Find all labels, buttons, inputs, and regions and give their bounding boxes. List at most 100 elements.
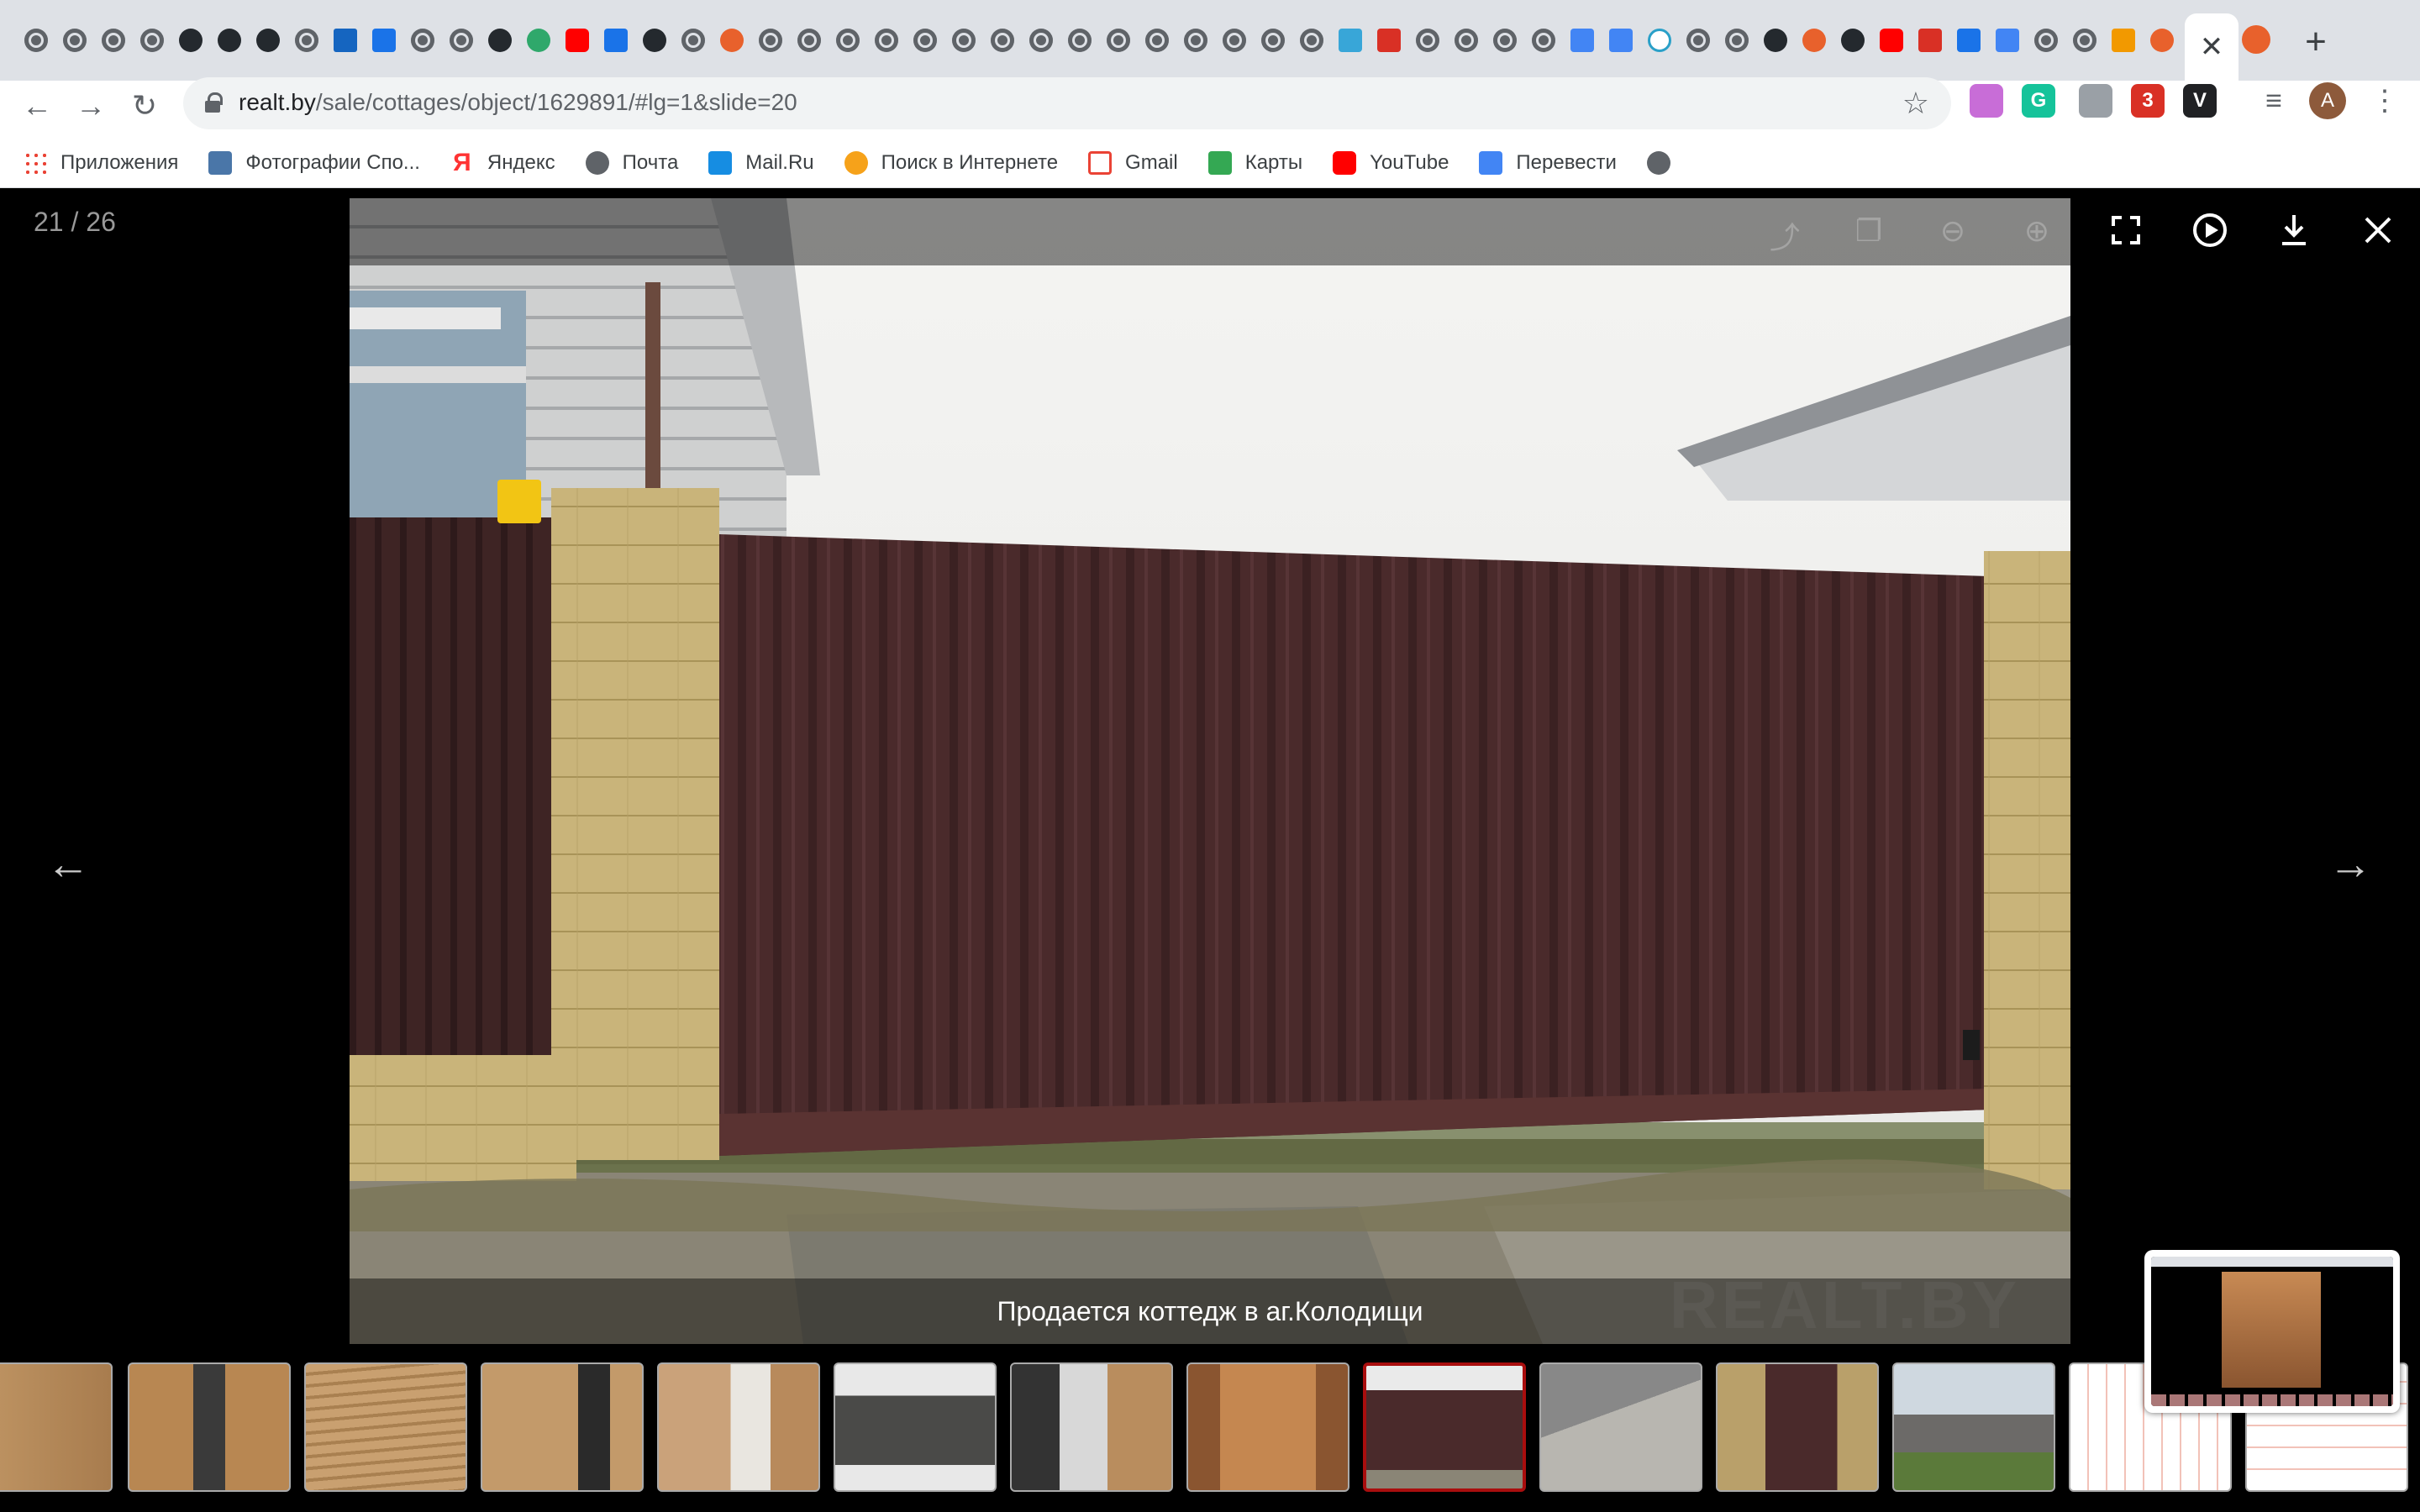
tab-cap-9[interactable] — [365, 24, 403, 57]
tab-github-45[interactable] — [1756, 24, 1795, 57]
tab-github-5[interactable] — [210, 24, 249, 57]
tab-globe-32[interactable] — [1254, 24, 1292, 57]
thumbnail-bathroom[interactable] — [1186, 1362, 1349, 1492]
bookmark-search-5[interactable]: Поиск в Интернете — [844, 150, 1058, 175]
download-button[interactable] — [2269, 205, 2319, 255]
tab-github-4[interactable] — [171, 24, 210, 57]
thumbnail-gate[interactable] — [1363, 1362, 1526, 1492]
tab-realt-46[interactable] — [1795, 24, 1833, 57]
tab-docs-40[interactable] — [1563, 24, 1602, 57]
tab-globe-26[interactable] — [1022, 24, 1060, 57]
tab-youtube-14[interactable] — [558, 24, 597, 57]
tab-globe-22[interactable] — [867, 24, 906, 57]
bookmark-apps-0[interactable]: Приложения — [24, 150, 178, 175]
bookmark-star-icon[interactable]: ☆ — [1902, 86, 1929, 121]
tab-github-12[interactable] — [481, 24, 519, 57]
tab-globe-0[interactable] — [17, 24, 55, 57]
bookmark-translate-9[interactable]: Перевести — [1479, 150, 1617, 175]
bookmark-vk-1[interactable]: Фотографии Спо... — [208, 150, 420, 175]
tab-orange-54[interactable] — [2104, 24, 2143, 57]
tab-globe-44[interactable] — [1718, 24, 1756, 57]
bookmark-globe-3[interactable]: Почта — [585, 150, 678, 175]
slideshow-play-button[interactable] — [2185, 205, 2235, 255]
grammarly-icon[interactable]: G — [2022, 84, 2055, 118]
tab-globe-43[interactable] — [1679, 24, 1718, 57]
profile-avatar[interactable]: A — [2309, 82, 2346, 119]
tab-globe-29[interactable] — [1138, 24, 1176, 57]
bookmark-yt-8[interactable]: YouTube — [1333, 150, 1449, 175]
tab-realt-18[interactable] — [713, 24, 751, 57]
tab-globe-27[interactable] — [1060, 24, 1099, 57]
tab-globe-37[interactable] — [1447, 24, 1486, 57]
tab-globe-2[interactable] — [94, 24, 133, 57]
tab-globe-53[interactable] — [2065, 24, 2104, 57]
thumbnail-boiler-room[interactable] — [657, 1362, 820, 1492]
tab-cap-15[interactable] — [597, 24, 635, 57]
new-tab-button[interactable]: + — [2292, 18, 2339, 66]
reload-button[interactable]: ↻ — [121, 82, 168, 129]
tab-red2-35[interactable] — [1370, 24, 1408, 57]
tab-globe-1[interactable] — [55, 24, 94, 57]
tab-globe-24[interactable] — [944, 24, 983, 57]
tab-globe-21[interactable] — [829, 24, 867, 57]
v-icon[interactable]: V — [2183, 84, 2217, 118]
tab-globe-25[interactable] — [983, 24, 1022, 57]
tab-globe-7[interactable] — [287, 24, 326, 57]
prev-slide-button[interactable]: ← — [39, 835, 97, 894]
tab-github-16[interactable] — [635, 24, 674, 57]
address-bar[interactable]: realt.by/sale/cottages/object/1629891/#l… — [183, 77, 1951, 129]
tab-globe-30[interactable] — [1176, 24, 1215, 57]
forward-button[interactable]: → — [67, 82, 114, 129]
tab-youtube-48[interactable] — [1872, 24, 1911, 57]
tab-react-42[interactable] — [1640, 24, 1679, 57]
thumbnail-gate-side[interactable] — [1539, 1362, 1702, 1492]
tab-github-6[interactable] — [249, 24, 287, 57]
fullscreen-button[interactable] — [2101, 205, 2151, 255]
tab-globe-38[interactable] — [1486, 24, 1524, 57]
bookmark-globe-10[interactable] — [1646, 150, 1684, 175]
tab-globe-33[interactable] — [1292, 24, 1331, 57]
tab-green-13[interactable] — [519, 24, 558, 57]
bookmark-ya-2[interactable]: Я Яндекс — [450, 150, 555, 175]
tab-mail-8[interactable] — [326, 24, 365, 57]
browser-menu-icon[interactable]: ⋮ — [2370, 81, 2399, 121]
thumbnail-window-frame[interactable] — [834, 1362, 997, 1492]
tab-cyan-34[interactable] — [1331, 24, 1370, 57]
paw-icon[interactable] — [2079, 84, 2112, 118]
tab-github-47[interactable] — [1833, 24, 1872, 57]
tab-globe-52[interactable] — [2027, 24, 2065, 57]
tab-globe-19[interactable] — [751, 24, 790, 57]
url-text[interactable]: realt.by/sale/cottages/object/1629891/#l… — [239, 89, 797, 116]
screenshot-preview[interactable] — [2144, 1250, 2400, 1413]
tab-globe-31[interactable] — [1215, 24, 1254, 57]
tab-globe-10[interactable] — [403, 24, 442, 57]
tab-docs-51[interactable] — [1988, 24, 2027, 57]
tab-globe-36[interactable] — [1408, 24, 1447, 57]
thumbnail-balcony[interactable] — [1010, 1362, 1173, 1492]
tab-red2-49[interactable] — [1911, 24, 1949, 57]
gallery-photo[interactable]: ⤴ ❐ ⊖ ⊕ REALT.BY Продается коттедж в аг.… — [350, 198, 2070, 1344]
bookmark-gmail-6[interactable]: Gmail — [1088, 150, 1178, 175]
tab-realt[interactable] — [2242, 25, 2272, 55]
close-gallery-button[interactable] — [2353, 205, 2403, 255]
thumbnail-door-brown[interactable] — [1716, 1362, 1879, 1492]
thumbnail-house-exterior[interactable] — [1892, 1362, 2055, 1492]
close-tab-icon[interactable]: ✕ — [2200, 30, 2224, 64]
gradient-ext-icon[interactable] — [1970, 84, 2003, 118]
reading-list-icon[interactable]: ≡ — [2257, 84, 2291, 118]
tab-globe-17[interactable] — [674, 24, 713, 57]
tab-cap-50[interactable] — [1949, 24, 1988, 57]
active-tab[interactable]: ✕ — [2185, 13, 2238, 81]
bookmark-mailru-4[interactable]: Mail.Ru — [708, 150, 814, 175]
thumbnail-wood-room-window[interactable] — [128, 1362, 291, 1492]
adblock-icon[interactable]: 3 — [2131, 84, 2165, 118]
tab-globe-23[interactable] — [906, 24, 944, 57]
tab-globe-11[interactable] — [442, 24, 481, 57]
tab-globe-20[interactable] — [790, 24, 829, 57]
next-slide-button[interactable]: → — [2321, 835, 2380, 894]
thumbnail-wood-door[interactable] — [481, 1362, 644, 1492]
thumbnail-wood-ceiling[interactable] — [304, 1362, 467, 1492]
tab-realt-55[interactable] — [2143, 24, 2181, 57]
thumbnail-wood-room[interactable] — [0, 1362, 113, 1492]
lock-icon[interactable] — [205, 92, 223, 113]
